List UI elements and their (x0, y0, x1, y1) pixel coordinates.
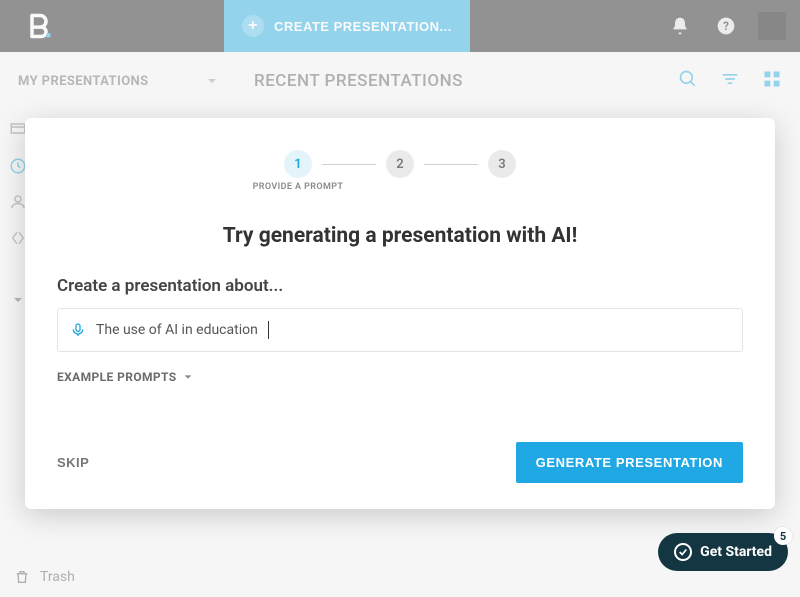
step-1-label: PROVIDE A PROMPT (253, 182, 344, 192)
chevron-down-icon (183, 372, 193, 382)
skip-button[interactable]: SKIP (57, 455, 89, 470)
ai-prompt-modal: 1 PROVIDE A PROMPT 2 3 Try generating a … (25, 118, 775, 509)
get-started-badge: 5 (774, 527, 792, 545)
step-1: 1 PROVIDE A PROMPT (284, 150, 312, 178)
example-prompts-toggle[interactable]: EXAMPLE PROMPTS (57, 370, 743, 384)
modal-title: Try generating a presentation with AI! (57, 224, 743, 248)
generate-presentation-button[interactable]: GENERATE PRESENTATION (516, 442, 743, 483)
step-divider (322, 164, 376, 165)
step-3: 3 (488, 150, 516, 178)
text-cursor (268, 321, 269, 339)
example-prompts-label: EXAMPLE PROMPTS (57, 370, 177, 384)
get-started-pill[interactable]: Get Started 5 (658, 533, 788, 571)
get-started-label: Get Started (700, 544, 772, 560)
step-divider (424, 164, 478, 165)
prompt-input-text: The use of AI in education (96, 322, 258, 338)
check-circle-icon (674, 543, 692, 561)
stepper: 1 PROVIDE A PROMPT 2 3 (57, 150, 743, 178)
step-2: 2 (386, 150, 414, 178)
prompt-label: Create a presentation about... (57, 276, 743, 296)
prompt-field[interactable]: The use of AI in education (57, 308, 743, 352)
mic-icon[interactable] (70, 322, 86, 338)
